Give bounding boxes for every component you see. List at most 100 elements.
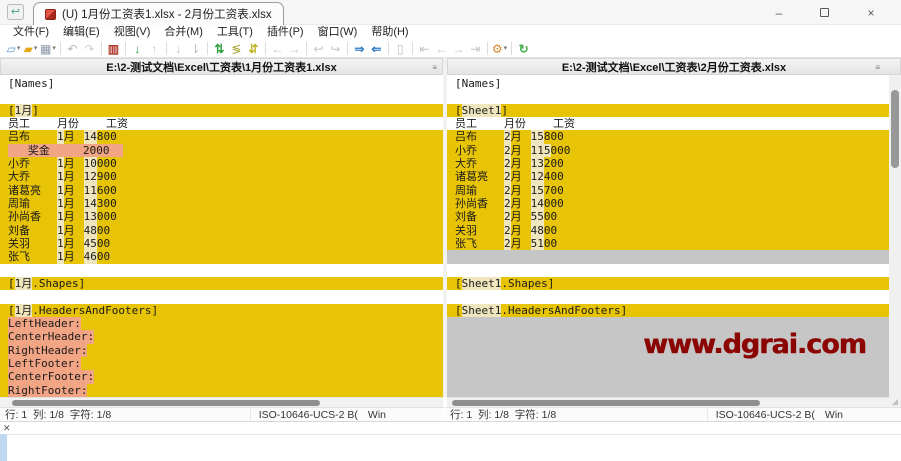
diff-line[interactable]: 刘备1月4800	[0, 224, 443, 237]
compare-sel-button[interactable]: ⇵	[246, 41, 261, 57]
diff-line[interactable]	[447, 384, 889, 397]
undo-merge-button[interactable]: ↩	[311, 41, 326, 57]
diff-line[interactable]: [Sheet1]	[447, 104, 889, 117]
prev-diff-button[interactable]: ↑	[147, 41, 162, 57]
next-file-button[interactable]: →	[451, 41, 466, 57]
diff-line[interactable]	[0, 90, 443, 103]
diff-line[interactable]: LeftFooter:	[0, 357, 443, 370]
pane-menu-icon-left[interactable]: ≡	[432, 63, 437, 72]
document-tab[interactable]: (U) 1月份工资表1.xlsx - 2月份工资表.xlsx	[33, 2, 284, 25]
vertical-scrollbar[interactable]	[889, 75, 901, 407]
diff-line[interactable]: 吕布1月14800	[0, 130, 443, 143]
close-button[interactable]: ×	[849, 0, 893, 25]
diff-line[interactable]: 张飞1月4600	[0, 250, 443, 263]
menu-item-plugins[interactable]: 插件(P)	[260, 25, 311, 40]
copy-left-button[interactable]: ⇐	[369, 41, 384, 57]
horizontal-scrollbar-left[interactable]	[0, 397, 443, 407]
diff-line[interactable]: [Sheet1.Shapes]	[447, 277, 889, 290]
vertical-scrollbar-thumb[interactable]	[891, 90, 899, 168]
diff-line[interactable]: 关羽2月4800	[447, 224, 889, 237]
diff-line[interactable]: 奖金2000	[0, 144, 443, 157]
left-arrow-button[interactable]: ←	[270, 41, 285, 57]
menu-item-help[interactable]: 帮助(H)	[364, 25, 415, 40]
select-diff-button[interactable]: ⇅	[212, 41, 227, 57]
diff-line[interactable]: [Names]	[0, 77, 443, 90]
pane-close-icon[interactable]: ✕	[3, 423, 11, 433]
redo-merge-button[interactable]: ↪	[328, 41, 343, 57]
pane-header-left[interactable]: E:\2-测试文档\Excel\工资表\1月份工资表1.xlsx ≡	[0, 58, 443, 75]
diff-line[interactable]: 员工月份工资	[447, 117, 889, 130]
diff-line[interactable]: [1月.HeadersAndFooters]	[0, 304, 443, 317]
copy-right-button[interactable]: ⇒	[352, 41, 367, 57]
pane-header-right[interactable]: E:\2-测试文档\Excel\工资表\2月份工资表.xlsx ≡	[447, 58, 901, 75]
menu-item-edit[interactable]: 编辑(E)	[56, 25, 107, 40]
last-file-button[interactable]: ⇥	[468, 41, 483, 57]
diff-line[interactable]: CenterHeader:	[0, 330, 443, 343]
diff-line[interactable]: 刘备2月5500	[447, 210, 889, 223]
prev-file-button[interactable]: ←	[434, 41, 449, 57]
right-arrow-button[interactable]: →	[287, 41, 302, 57]
diff-line[interactable]	[0, 264, 443, 277]
menu-item-file[interactable]: 文件(F)	[6, 25, 56, 40]
maximize-button[interactable]	[802, 0, 846, 25]
app-icon[interactable]: ↩	[7, 4, 24, 20]
diff-line[interactable]: 周瑜2月15700	[447, 184, 889, 197]
diff-line[interactable]: 诸葛亮1月11600	[0, 184, 443, 197]
diff-line[interactable]: [Sheet1.HeadersAndFooters]	[447, 304, 889, 317]
refresh-button[interactable]: ↻	[516, 41, 531, 57]
dropdown-arrow-icon[interactable]: ▾	[52, 41, 56, 57]
diff-line[interactable]: [1月]	[0, 104, 443, 117]
diff-line[interactable]: 周瑜1月14300	[0, 197, 443, 210]
diff-line[interactable]	[447, 250, 889, 263]
horizontal-scrollbar-thumb-right[interactable]	[452, 400, 760, 406]
diff-line[interactable]: [Names]	[447, 77, 889, 90]
menu-item-merge[interactable]: 合并(M)	[157, 25, 210, 40]
select-line-diff-button[interactable]: ≶	[229, 41, 244, 57]
dropdown-arrow-icon[interactable]: ▾	[504, 41, 508, 57]
diff-line[interactable]: CenterFooter:	[0, 370, 443, 383]
diff-line[interactable]: 诸葛亮2月12400	[447, 170, 889, 183]
redo-button[interactable]: ↷	[82, 41, 97, 57]
open-button[interactable]: ▰▾	[23, 41, 38, 57]
diff-editor-left[interactable]: [Names] [1月]员工月份工资吕布1月14800 奖金2000 小乔1月10…	[0, 75, 443, 397]
diff-line[interactable]: 大乔2月13200	[447, 157, 889, 170]
horizontal-scrollbar-thumb-left[interactable]	[12, 400, 320, 406]
diff-line[interactable]: [1月.Shapes]	[0, 277, 443, 290]
diff-line[interactable]	[447, 90, 889, 103]
diff-down-alt-button[interactable]: ⇂	[188, 41, 203, 57]
options-button[interactable]: ▥	[106, 41, 121, 57]
diff-line[interactable]: RightHeader:	[0, 344, 443, 357]
next-diff-button[interactable]: ↓	[130, 41, 145, 57]
diff-line[interactable]	[447, 290, 889, 303]
diff-line[interactable]: 孙尚香1月13000	[0, 210, 443, 223]
diff-line[interactable]: LeftHeader:	[0, 317, 443, 330]
diff-line[interactable]: 张飞2月5100	[447, 237, 889, 250]
diff-line[interactable]: 孙尚香2月14000	[447, 197, 889, 210]
undo-button[interactable]: ↶	[65, 41, 80, 57]
first-file-button[interactable]: ⇤	[417, 41, 432, 57]
horizontal-scrollbar-right[interactable]	[447, 397, 889, 407]
diff-line[interactable]: 小乔2月115000	[447, 144, 889, 157]
diff-down-button[interactable]: ↓	[171, 41, 186, 57]
dropdown-arrow-icon[interactable]: ▾	[34, 41, 38, 57]
diff-line[interactable]: 小乔1月10000	[0, 157, 443, 170]
save-button[interactable]: ▦▾	[40, 41, 56, 57]
diff-line[interactable]: 吕布2月15800	[447, 130, 889, 143]
pane-menu-icon-right[interactable]: ≡	[875, 63, 880, 72]
diff-line[interactable]	[0, 290, 443, 303]
diff-line[interactable]: 员工月份工资	[0, 117, 443, 130]
minimize-button[interactable]: –	[757, 0, 801, 25]
file-nav-button[interactable]: ▯	[393, 41, 408, 57]
menu-item-window[interactable]: 窗口(W)	[311, 25, 365, 40]
diff-line[interactable]	[447, 370, 889, 383]
diff-line[interactable]: 大乔1月12900	[0, 170, 443, 183]
new-file-button[interactable]: ▱▾	[6, 41, 21, 57]
diff-detail-pane[interactable]: ✕	[0, 421, 901, 460]
diff-line[interactable]: RightFooter:	[0, 384, 443, 397]
plugin-button[interactable]: ⚙▾	[492, 41, 507, 57]
diff-line[interactable]	[447, 264, 889, 277]
diff-line[interactable]: 关羽1月4500	[0, 237, 443, 250]
menu-item-view[interactable]: 视图(V)	[107, 25, 158, 40]
dropdown-arrow-icon[interactable]: ▾	[17, 41, 21, 57]
menu-item-tools[interactable]: 工具(T)	[210, 25, 260, 40]
